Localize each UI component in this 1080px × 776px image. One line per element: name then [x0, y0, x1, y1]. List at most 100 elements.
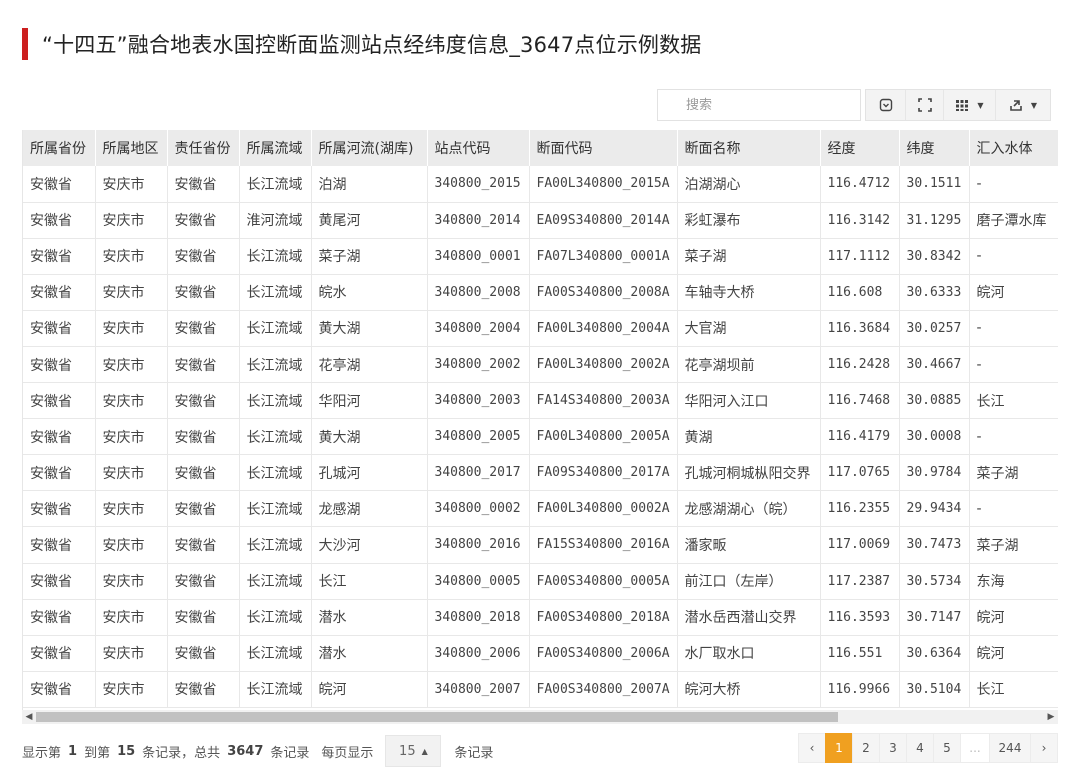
- table-cell: 长江: [969, 671, 1058, 708]
- column-header[interactable]: 所属河流(湖库): [311, 130, 428, 166]
- column-header[interactable]: 所属地区: [95, 130, 168, 166]
- footer-from: 1: [68, 743, 78, 759]
- page-ellipsis: ...: [960, 733, 990, 763]
- footer-total: 3647: [227, 743, 264, 759]
- export-button[interactable]: ▼: [996, 90, 1050, 120]
- table-cell: -: [969, 166, 1058, 203]
- column-header[interactable]: 汇入水体: [969, 130, 1058, 166]
- table-row[interactable]: 安徽省 安庆市 安徽省 长江流域 皖水 340800_2008 FA00S340800_20…: [23, 274, 1058, 311]
- table-cell: 潜水岳西潜山交界: [677, 599, 821, 636]
- table-cell: 安徽省: [23, 166, 96, 203]
- table-row[interactable]: 安徽省 安庆市 安徽省 长江流域 泊湖 340800_2015 FA00L340800_20…: [23, 166, 1058, 203]
- table-cell: 安徽省: [23, 526, 96, 564]
- table-cell: 116.608: [820, 274, 900, 311]
- table-row[interactable]: 安徽省 安庆市 安徽省 长江流域 皖河 340800_2007 FA00S340800_20…: [23, 671, 1058, 708]
- table-row[interactable]: 安徽省 安庆市 安徽省 长江流域 黄大湖 340800_2004 FA00L340800_2…: [23, 310, 1058, 347]
- table-row[interactable]: 安徽省 安庆市 安徽省 淮河流域 黄尾河 340800_2014 EA09S340800_2…: [23, 202, 1058, 239]
- table-cell: 安徽省: [23, 671, 96, 708]
- table-row[interactable]: 安徽省 安庆市 安徽省 长江流域 黄大湖 340800_2005 FA00L340800_2…: [23, 418, 1058, 456]
- table-cell: 安庆市: [95, 563, 168, 600]
- table-row[interactable]: 安徽省 安庆市 安徽省 长江流域 大沙河 340800_2016 FA15S340800_2…: [23, 526, 1058, 564]
- table-cell: 长江流域: [239, 671, 312, 708]
- table-row[interactable]: 安徽省 安庆市 安徽省 长江流域 龙感湖 340800_0002 FA00L340800_0…: [23, 490, 1058, 528]
- table-cell: 安庆市: [95, 490, 168, 528]
- table-cell: 30.5734: [899, 563, 970, 600]
- title-accent-bar: [22, 28, 28, 60]
- table-cell: 340800_0005: [427, 563, 530, 600]
- column-header[interactable]: 断面代码: [529, 130, 678, 166]
- search-input[interactable]: [657, 89, 861, 121]
- table-row[interactable]: 安徽省 安庆市 安徽省 长江流域 华阳河 340800_2003 FA14S340800_2…: [23, 382, 1058, 420]
- fullscreen-button[interactable]: [906, 90, 944, 120]
- table-cell: 水厂取水口: [677, 635, 821, 672]
- table-cell: 孔城河: [311, 454, 428, 492]
- table-cell: 安庆市: [95, 635, 168, 672]
- table-cell: 皖河: [311, 671, 428, 708]
- table-cell: -: [969, 418, 1058, 456]
- page-button-1[interactable]: 1: [825, 733, 853, 763]
- table-cell: 车轴寺大桥: [677, 274, 821, 311]
- page-header: “十四五”融合地表水国控断面监测站点经纬度信息_3647点位示例数据: [22, 28, 702, 60]
- table-cell: 30.0885: [899, 382, 970, 420]
- table-cell: 长江流域: [239, 274, 312, 311]
- table-cell: 大官湖: [677, 310, 821, 347]
- table-row[interactable]: 安徽省 安庆市 安徽省 长江流域 潜水 340800_2006 FA00S340800_20…: [23, 635, 1058, 672]
- export-icon: [1010, 100, 1022, 111]
- footer-text-records2: 条记录: [454, 745, 494, 761]
- column-header[interactable]: 纬度: [899, 130, 970, 166]
- table-cell: 前江口（左岸）: [677, 563, 821, 600]
- table-cell: 安徽省: [23, 563, 96, 600]
- table-cell: 安庆市: [95, 274, 168, 311]
- chevron-down-icon: ▼: [1030, 100, 1038, 110]
- table-row[interactable]: 安徽省 安庆市 安徽省 长江流域 菜子湖 340800_0001 FA07L340800_0…: [23, 238, 1058, 275]
- page-button-3[interactable]: 3: [879, 733, 907, 763]
- table-cell: 30.0257: [899, 310, 970, 347]
- table-cell: 安徽省: [167, 490, 240, 528]
- scrollbar-thumb[interactable]: [36, 712, 838, 722]
- table-cell: 黄大湖: [311, 418, 428, 456]
- page-size-select[interactable]: 15 ▲: [385, 735, 442, 767]
- table-row[interactable]: 安徽省 安庆市 安徽省 长江流域 花亭湖 340800_2002 FA00L340800_2…: [23, 346, 1058, 384]
- data-table: 所属省份 所属地区 责任省份 所属流域 所属河流(湖库) 站点代码 断面代码 断面名称 经度 纬度…: [23, 130, 1058, 708]
- table-row[interactable]: 安徽省 安庆市 安徽省 长江流域 孔城河 340800_2017 FA09S340800_2…: [23, 454, 1058, 492]
- column-header[interactable]: 所属流域: [239, 130, 312, 166]
- table-cell: 长江流域: [239, 635, 312, 672]
- toggle-view-button[interactable]: [866, 90, 906, 120]
- column-header[interactable]: 责任省份: [167, 130, 240, 166]
- scroll-left-icon[interactable]: ◀: [22, 710, 36, 724]
- table-cell: 安徽省: [167, 526, 240, 564]
- page-button-last[interactable]: 244: [989, 733, 1031, 763]
- column-header[interactable]: 站点代码: [427, 130, 530, 166]
- table-cell: 安徽省: [23, 274, 96, 311]
- page-button-4[interactable]: 4: [906, 733, 934, 763]
- scroll-right-icon[interactable]: ▶: [1044, 710, 1058, 724]
- table-row[interactable]: 安徽省 安庆市 安徽省 长江流域 长江 340800_0005 FA00S340800_00…: [23, 563, 1058, 600]
- column-header[interactable]: 经度: [820, 130, 900, 166]
- table-cell: 菜子湖: [311, 238, 428, 275]
- page-size-value: 15: [399, 743, 416, 759]
- page-button-2[interactable]: 2: [852, 733, 880, 763]
- columns-button[interactable]: ▼: [944, 90, 996, 120]
- table-cell: 潜水: [311, 599, 428, 636]
- next-page-button[interactable]: ›: [1030, 733, 1058, 763]
- table-cell: 340800_2008: [427, 274, 530, 311]
- table-cell: EA09S340800_2014A: [529, 202, 678, 239]
- table-cell: 安庆市: [95, 346, 168, 384]
- table-cell: 340800_2006: [427, 635, 530, 672]
- table-row[interactable]: 安徽省 安庆市 安徽省 长江流域 潜水 340800_2018 FA00S340800_20…: [23, 599, 1058, 636]
- table-cell: 340800_0001: [427, 238, 530, 275]
- table-cell: 菜子湖: [969, 526, 1058, 564]
- fullscreen-icon: [917, 98, 932, 112]
- table-cell: 长江流域: [239, 490, 312, 528]
- column-header[interactable]: 断面名称: [677, 130, 821, 166]
- table-cell: 长江流域: [239, 382, 312, 420]
- table-cell: 长江流域: [239, 418, 312, 456]
- page-button-5[interactable]: 5: [933, 733, 961, 763]
- table-cell: 117.0069: [820, 526, 900, 564]
- table-cell: 菜子湖: [677, 238, 821, 275]
- table-cell: 泊湖: [311, 166, 428, 203]
- column-header[interactable]: 所属省份: [23, 130, 96, 166]
- table-cell: 安徽省: [167, 346, 240, 384]
- prev-page-button[interactable]: ‹: [798, 733, 826, 763]
- horizontal-scrollbar[interactable]: ◀ ▶: [22, 710, 1058, 724]
